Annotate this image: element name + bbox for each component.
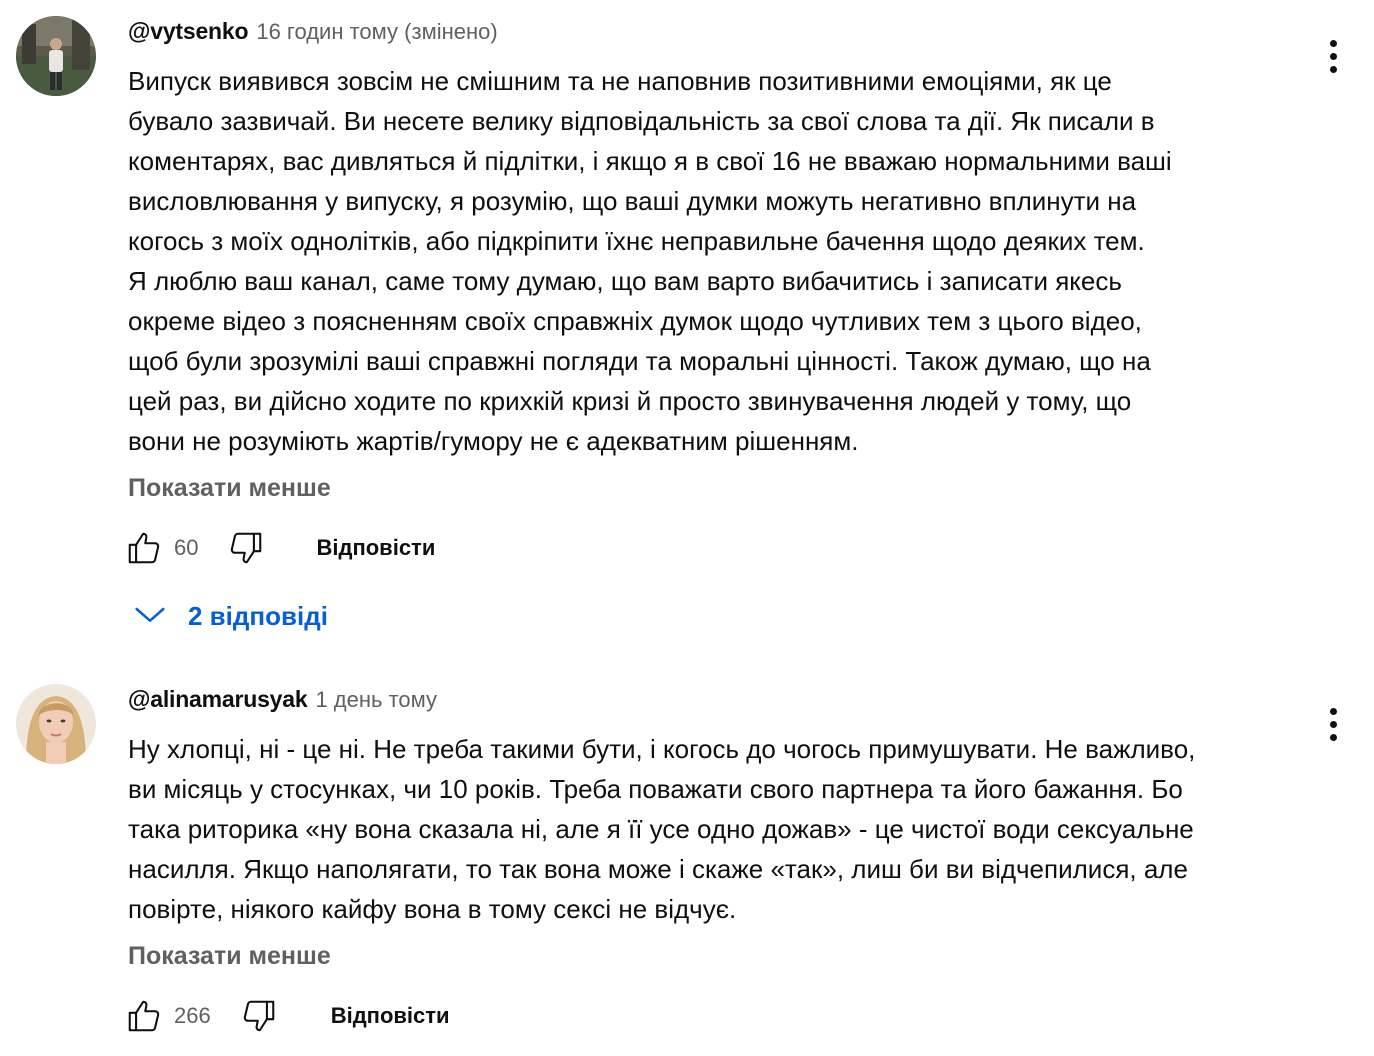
comment-text-line: ви місяць у стосунках, чи 10 років. Треб… [128,774,1183,804]
comment-text: Ну хлопці, ні - це ні. Не треба такими б… [128,729,1308,929]
thumb-down-icon[interactable] [239,996,279,1036]
comment-text-line: така риторика «ну вона сказала ні, але я… [128,814,1194,844]
like-count: 266 [174,1003,211,1028]
timestamp[interactable]: 1 день тому [315,687,437,713]
comment-text-line: повірте, ніякого кайфу вона в тому сексі… [128,894,737,924]
comment-actions: 266 Відповісти [124,994,450,1038]
avatar[interactable] [16,684,96,764]
comment-thread: @alinamarusyak 1 день тому Ну хлопці, ні… [0,0,1374,1056]
author-name[interactable]: @alinamarusyak [128,686,308,713]
comment-text-line: насилля. Якщо наполягати, то так вона мо… [128,854,1188,884]
thumb-up-icon[interactable] [124,996,164,1036]
comment-text-line: Ну хлопці, ні - це ні. Не треба такими б… [128,734,1196,764]
more-vert-icon[interactable] [1316,706,1352,746]
show-less-button[interactable]: Показати менше [128,942,331,971]
reply-button[interactable]: Відповісти [331,1003,450,1029]
comment-header: @alinamarusyak 1 день тому [128,686,437,716]
